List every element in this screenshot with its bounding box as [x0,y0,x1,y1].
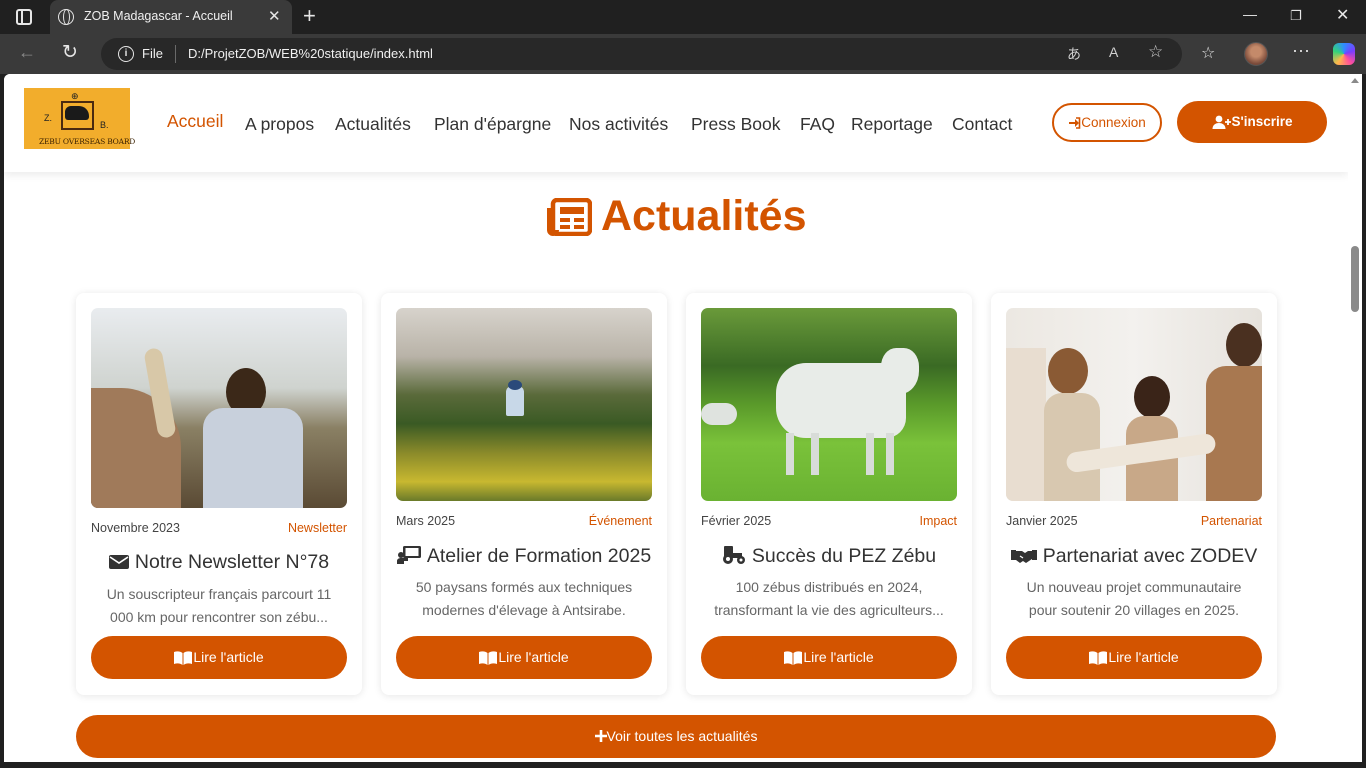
card-category[interactable]: Newsletter [288,521,347,535]
browser-tab[interactable]: ZOB Madagascar - Accueil ✕ [50,0,292,34]
zebu-icon [65,106,89,120]
card-date: Janvier 2025 [1006,514,1078,528]
nav-actualites[interactable]: Actualités [335,114,411,135]
file-label: File [142,46,163,61]
card-description: 100 zébus distribués en 2024, transforma… [714,579,944,618]
card-description: Un nouveau projet communautaire pour sou… [1026,579,1242,618]
tractor-icon [722,546,745,564]
card-image [396,308,652,501]
plus-icon [594,730,607,742]
read-article-button[interactable]: Lire l'article [701,636,957,679]
nav-press-book[interactable]: Press Book [691,114,780,135]
card-date: Février 2025 [701,514,772,528]
nav-reportage[interactable]: Reportage [851,114,933,135]
globe-icon [58,9,74,25]
news-card: Février 2025 Impact Succès du PEZ Zébu 1… [686,293,972,695]
card-description: Un souscripteur français parcourt 11 000… [106,586,332,625]
card-title[interactable]: Partenariat avec ZODEV [991,545,1277,568]
divider [175,45,176,63]
card-image [91,308,347,508]
signup-label: S'inscrire [1231,114,1293,129]
tab-title: ZOB Madagascar - Accueil [84,9,233,23]
read-article-label: Lire l'article [498,649,569,665]
info-icon[interactable]: i [118,46,134,62]
restore-icon[interactable]: ❐ [1290,8,1302,24]
minimize-icon[interactable]: — [1243,6,1257,22]
site-logo[interactable]: ⊕ Z. B. ZEBU OVERSEAS BOARD [24,88,135,149]
book-open-icon [479,651,498,665]
read-article-button[interactable]: Lire l'article [91,636,347,679]
logo-text: ZEBU OVERSEAS BOARD [39,137,136,146]
handshake-icon [1010,550,1037,563]
all-news-label: Voir toutes les actualités [606,728,758,744]
card-title-text: Succès du PEZ Zébu [751,545,937,567]
scroll-up-icon[interactable] [1351,78,1359,83]
card-description: 50 paysans formés aux techniques moderne… [415,579,633,618]
newspaper-icon [547,198,592,236]
nav-contact[interactable]: Contact [952,114,1012,135]
scroll-thumb[interactable] [1351,246,1359,312]
new-tab-icon[interactable]: + [303,3,316,29]
card-title-text: Atelier de Formation 2025 [426,545,652,567]
card-category[interactable]: Impact [919,514,957,528]
read-aloud-icon[interactable]: A [1109,44,1118,60]
signup-button[interactable]: S'inscrire [1177,101,1327,143]
envelope-icon [108,555,129,569]
card-title[interactable]: Atelier de Formation 2025 [381,545,667,568]
page-viewport: ⊕ Z. B. ZEBU OVERSEAS BOARD Accueil A pr… [4,74,1348,762]
logo-letter-left: Z. [44,113,52,123]
sign-in-icon [1069,117,1081,130]
book-open-icon [784,651,803,665]
translate-icon[interactable]: あ [1067,44,1081,64]
favorites-icon[interactable]: ☆ [1201,43,1215,63]
news-card: Mars 2025 Événement Atelier de Formation… [381,293,667,695]
browser-toolbar: ← ↻ i File D:/ProjetZOB/WEB%20statique/i… [0,34,1366,74]
nav-nos-activites[interactable]: Nos activités [569,114,668,135]
card-title[interactable]: Succès du PEZ Zébu [686,545,972,568]
site-header: ⊕ Z. B. ZEBU OVERSEAS BOARD Accueil A pr… [4,74,1348,172]
reload-icon[interactable]: ↻ [62,41,78,64]
card-image [701,308,957,501]
login-button[interactable]: Connexion [1052,103,1162,142]
book-open-icon [1089,651,1108,665]
tab-actions-icon[interactable] [16,9,32,25]
browser-tab-bar: ZOB Madagascar - Accueil ✕ + — ❐ ✕ [0,0,1366,34]
read-article-button[interactable]: Lire l'article [1006,636,1262,679]
copilot-icon[interactable] [1333,43,1355,65]
read-article-label: Lire l'article [193,649,264,665]
profile-avatar[interactable] [1244,42,1268,66]
section-title: Actualités [601,192,807,240]
url-text[interactable]: D:/ProjetZOB/WEB%20statique/index.html [188,46,433,61]
read-article-label: Lire l'article [803,649,874,665]
back-icon[interactable]: ← [18,42,36,63]
card-category[interactable]: Partenariat [1201,514,1262,528]
nav-accueil[interactable]: Accueil [167,111,223,132]
window-close-icon[interactable]: ✕ [1336,5,1349,25]
nav-plan-epargne[interactable]: Plan d'épargne [434,114,551,135]
card-image [1006,308,1262,501]
teacher-icon [396,546,421,564]
card-date: Novembre 2023 [91,521,180,535]
read-article-label: Lire l'article [1108,649,1179,665]
page-scrollbar[interactable] [1348,74,1362,762]
logo-letter-right: B. [100,120,109,130]
all-news-button[interactable]: Voir toutes les actualités [76,715,1276,758]
card-title[interactable]: Notre Newsletter N°78 [76,551,362,574]
nav-a-propos[interactable]: A propos [245,114,314,135]
user-plus-icon [1212,116,1231,130]
tab-close-icon[interactable]: ✕ [268,7,281,25]
card-category[interactable]: Événement [589,514,652,528]
read-article-button[interactable]: Lire l'article [396,636,652,679]
card-title-text: Partenariat avec ZODEV [1042,545,1258,567]
card-title-text: Notre Newsletter N°78 [134,551,330,573]
nav-faq[interactable]: FAQ [800,114,835,135]
favorite-star-icon[interactable]: ☆ [1148,42,1163,62]
login-label: Connexion [1081,115,1146,130]
card-date: Mars 2025 [396,514,456,528]
book-open-icon [174,651,193,665]
more-menu-icon[interactable]: ··· [1292,40,1310,61]
news-card: Janvier 2025 Partenariat Partenariat ave… [991,293,1277,695]
address-bar[interactable]: i File D:/ProjetZOB/WEB%20statique/index… [101,38,1182,70]
news-card: Novembre 2023 Newsletter Notre Newslette… [76,293,362,695]
